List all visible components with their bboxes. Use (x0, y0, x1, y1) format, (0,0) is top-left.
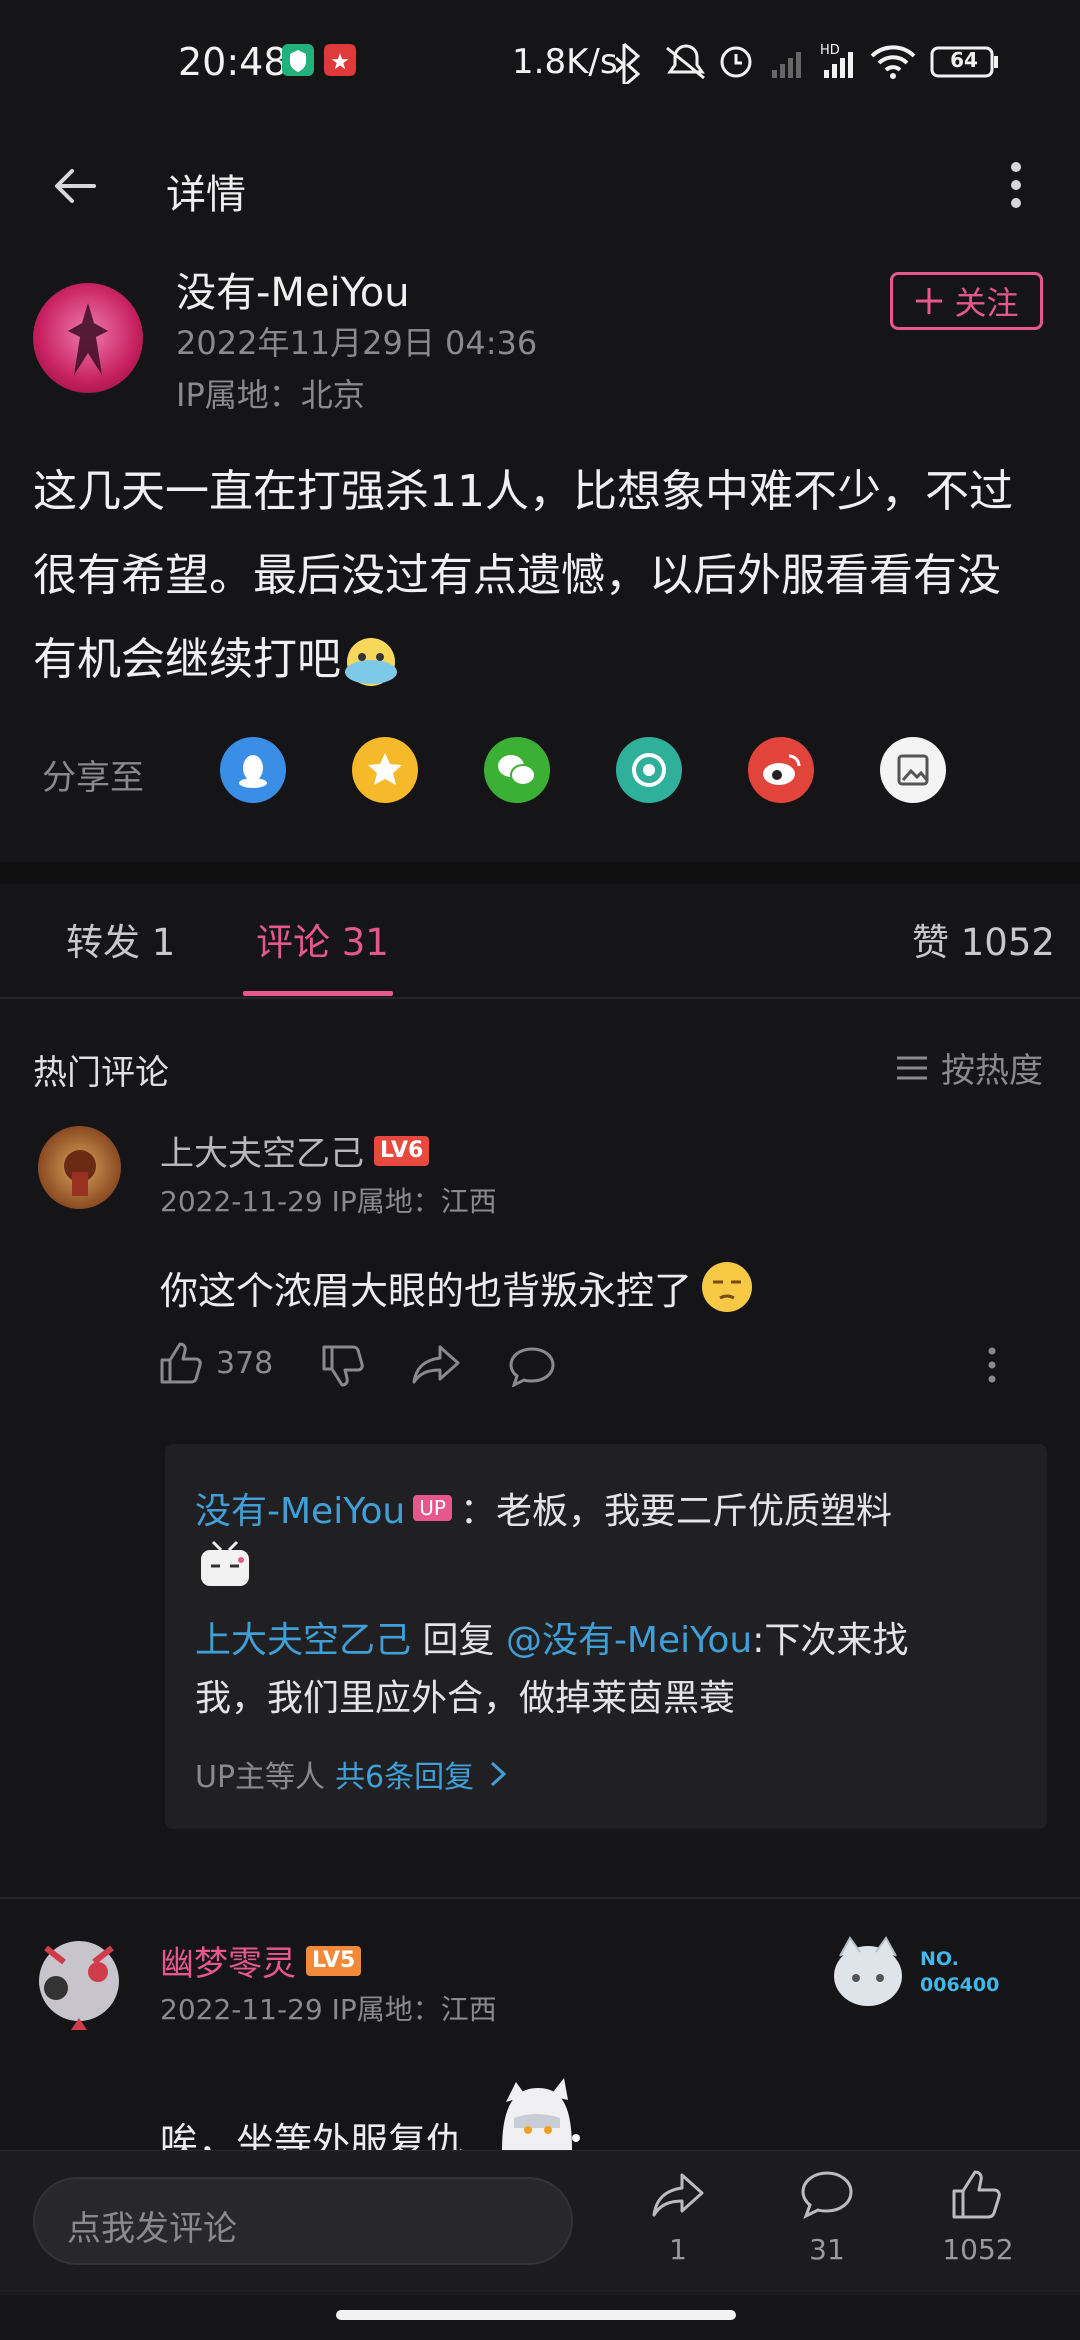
share-label: 分享至 (42, 758, 144, 798)
commenter-name[interactable]: 上大夫空乙己 (160, 1126, 364, 1175)
sort-lines-icon (897, 1056, 927, 1079)
bottom-share-icon[interactable] (652, 2171, 704, 2221)
qq-share-icon[interactable] (220, 737, 286, 803)
dislike-icon[interactable] (320, 1343, 366, 1389)
battery-level: 64 (950, 48, 978, 72)
commenter-name-row: 上大夫空乙己 LV6 (160, 1126, 430, 1175)
tabs-divider (0, 997, 1080, 999)
hd-label: HD (820, 43, 840, 58)
like-icon[interactable] (158, 1340, 204, 1386)
reply-row: 没有-MeiYou UP ：老板，我要二斤优质塑料 (195, 1482, 892, 1534)
post-content: 这几天一直在打强杀11人，比想象中难不少，不过 很有希望。最后没过有点遗憾，以后… (33, 450, 1063, 702)
sticker-character-icon (502, 2078, 580, 2150)
image-share-icon[interactable] (880, 737, 946, 803)
follow-label: 关注 (954, 284, 1019, 322)
view-all-replies[interactable]: UP主等人 共6条回复 (195, 1752, 512, 1796)
notification-icons: ★ (282, 44, 356, 76)
replies-count-link[interactable]: 共6条回复 (335, 1752, 474, 1796)
home-indicator[interactable] (336, 2310, 736, 2320)
up-badge: UP (413, 1495, 452, 1521)
comment-more-icon[interactable] (984, 1344, 1000, 1388)
status-time: 20:48 (178, 40, 288, 84)
fan-badge: NO. 006400 (826, 1924, 1056, 2014)
post-content-line: 这几天一直在打强杀11人，比想象中难不少，不过 (33, 466, 1013, 517)
commenter-name-row: 幽梦零灵 LV5 (160, 1936, 362, 1985)
comment-input-placeholder: 点我发评论 (67, 2209, 237, 2249)
active-tab-indicator (243, 991, 393, 996)
comment-text: 唉，坐等外服复仇 (160, 2120, 465, 2150)
post-content-line: 很有希望。最后没过有点遗憾，以后外服看看有没 (33, 550, 1001, 601)
replies-preview[interactable]: 没有-MeiYou UP ：老板，我要二斤优质塑料 上大夫空乙己 回复 @没有-… (165, 1444, 1047, 1829)
reply-text: :下次来找 (752, 1620, 909, 1661)
tab-likes[interactable]: 赞 1052 (912, 912, 1055, 966)
author-avatar[interactable] (33, 283, 143, 393)
weibo-share-icon[interactable] (748, 737, 814, 803)
qzone-share-icon[interactable] (352, 737, 418, 803)
crying-emoji-icon (345, 638, 397, 686)
author-name[interactable]: 没有-MeiYou (176, 260, 410, 318)
comment-meta: 2022-11-29 IP属地：江西 (160, 1185, 497, 1218)
fan-badge-character-icon (834, 1936, 902, 2006)
reply-mention[interactable]: @没有-MeiYou (506, 1620, 752, 1661)
status-bar: 20:48 ★ 1.8K/s HD 64 (0, 0, 1080, 125)
section-divider (0, 862, 1080, 884)
page-title: 详情 (166, 172, 246, 218)
level-badge: LV6 (374, 1135, 430, 1166)
commenter-name[interactable]: 幽梦零灵 (160, 1936, 296, 1985)
wechat-share-icon[interactable] (484, 737, 550, 803)
bottom-share-count: 1 (669, 2233, 687, 2266)
back-arrow-icon[interactable] (50, 161, 100, 211)
comment-input[interactable]: 点我发评论 (33, 2177, 573, 2265)
network-speed: 1.8K/s (512, 42, 618, 82)
post-ip-location: IP属地：北京 (176, 376, 365, 414)
level-badge: LV5 (306, 1945, 362, 1976)
comment-meta: 2022-11-29 IP属地：江西 (160, 1993, 497, 2026)
fan-badge-number: 006400 (920, 1974, 1000, 1996)
more-menu-icon[interactable] (1002, 145, 1032, 225)
reply-text: ：老板，我要二斤优质塑料 (459, 1491, 892, 1532)
post-content-text: 有机会继续打吧 (33, 634, 341, 685)
tab-comments[interactable]: 评论 31 (256, 912, 389, 966)
post-datetime: 2022年11月29日 04:36 (176, 324, 538, 362)
reply-icon[interactable] (508, 1345, 556, 1387)
top-navbar: 详情 (0, 125, 1080, 250)
reply-author[interactable]: 上大夫空乙己 (195, 1620, 411, 1661)
commenter-avatar-with-frame[interactable] (26, 1928, 132, 2034)
commenter-avatar[interactable] (38, 1126, 121, 1209)
follow-button[interactable]: 关注 (890, 272, 1043, 330)
comment-text: 你这个浓眉大眼的也背叛永控了 (160, 1268, 693, 1313)
post-content-line: 有机会继续打吧 (33, 618, 1063, 702)
replies-prefix: UP主等人 (195, 1760, 326, 1795)
reply-text: 我，我们里应外合，做掉莱茵黑蓑 (195, 1678, 736, 1719)
plus-icon (916, 288, 943, 314)
hot-comments-title: 热门评论 (33, 1053, 169, 1093)
bottom-like-count: 1052 (942, 2233, 1014, 2266)
bottom-like-icon[interactable] (950, 2167, 1004, 2221)
tv-mascot-emoji-icon (201, 1540, 249, 1586)
reply-row: 上大夫空乙己 回复 @没有-MeiYou:下次来找 我，我们里应外合，做掉莱茵黑… (195, 1612, 1025, 1728)
reply-author[interactable]: 没有-MeiYou (195, 1482, 405, 1534)
reply-verb: 回复 (422, 1620, 495, 1661)
svg-text:★: ★ (330, 50, 350, 75)
share-icon[interactable] (412, 1343, 462, 1387)
sort-label: 按热度 (941, 1051, 1043, 1091)
comment-text-row: 你这个浓眉大眼的也背叛永控了 (160, 1258, 756, 1316)
bottom-action-bar: 点我发评论 1 31 1052 (0, 2150, 1080, 2295)
fan-badge-no: NO. (920, 1948, 959, 1970)
comment-divider (0, 1897, 1080, 1899)
moments-share-icon[interactable] (616, 737, 682, 803)
chevron-right-icon (491, 1761, 507, 1787)
tab-repost[interactable]: 转发 1 (66, 912, 175, 966)
sort-by-popularity[interactable]: 按热度 (895, 1043, 1043, 1092)
like-count: 378 (216, 1346, 274, 1381)
bottom-comment-count: 31 (809, 2233, 845, 2266)
bottom-comment-icon[interactable] (800, 2169, 854, 2221)
smirk-emoji-icon (702, 1262, 753, 1312)
